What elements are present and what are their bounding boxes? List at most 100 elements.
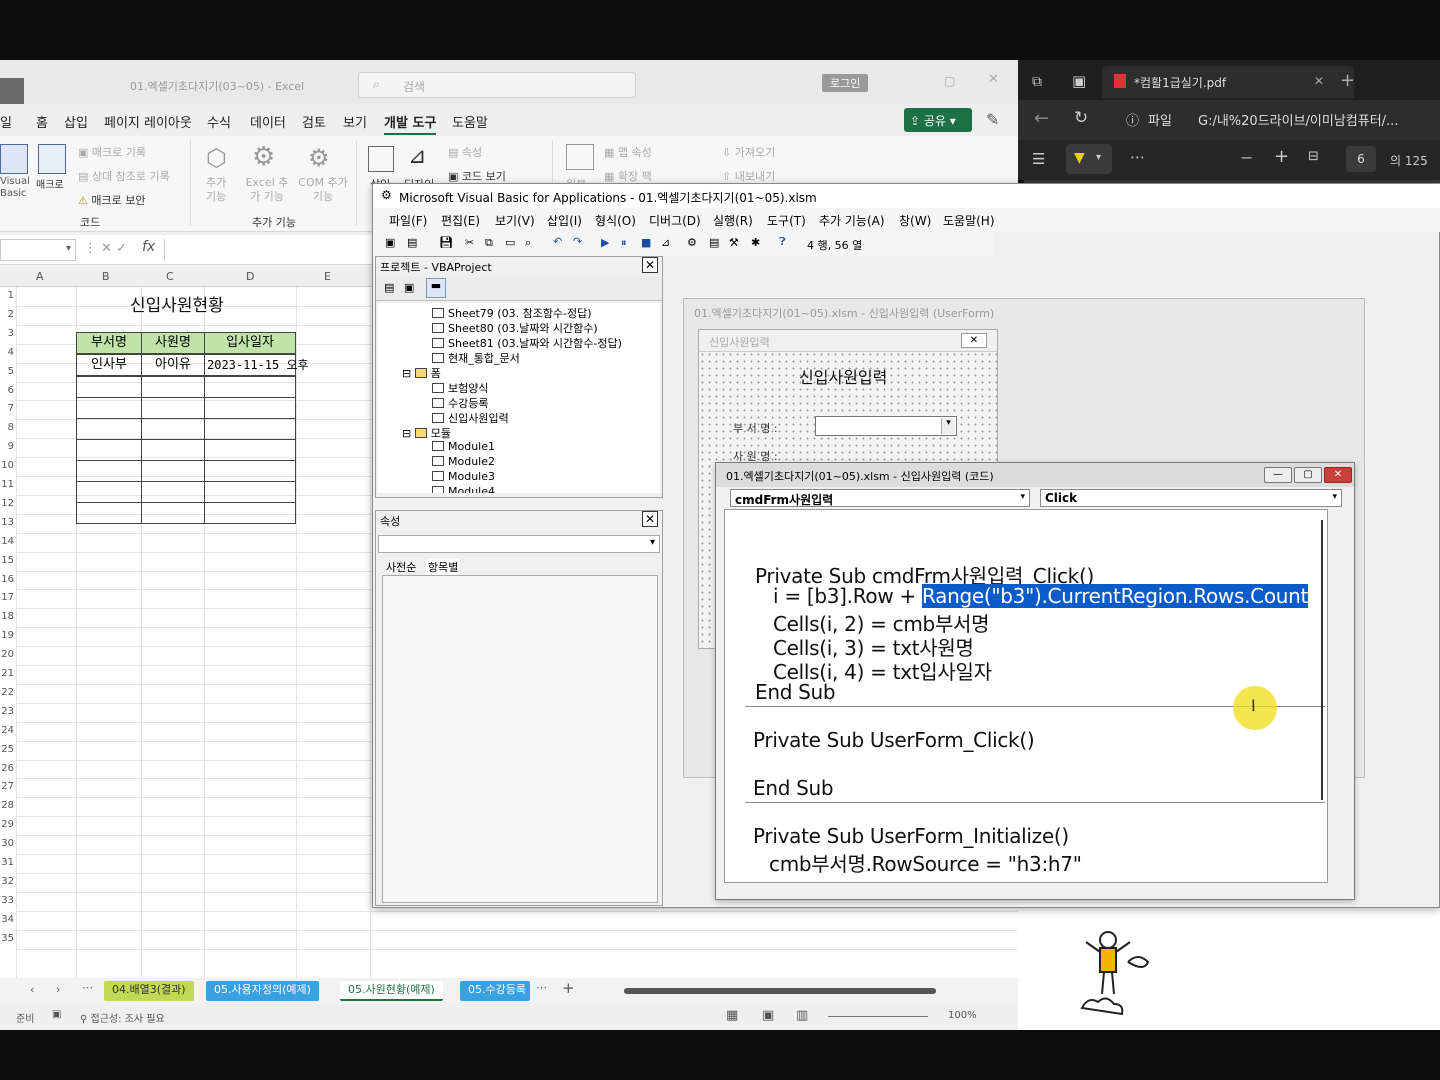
row-header[interactable]: 7 — [0, 403, 14, 414]
table-cell[interactable] — [76, 418, 142, 440]
tab-alphabetic[interactable]: 사전순 — [386, 559, 416, 575]
table-cell[interactable] — [204, 481, 296, 503]
macro-security-button[interactable]: ⚠ 매크로 보안 — [78, 192, 145, 208]
row-header[interactable]: 24 — [0, 725, 14, 736]
row-header[interactable]: 30 — [0, 838, 14, 849]
addins-icon[interactable]: ⬡ — [206, 144, 227, 172]
table-cell[interactable] — [76, 481, 142, 503]
design-mode-icon[interactable]: ⊿ — [661, 236, 670, 249]
insert-control-icon[interactable] — [368, 146, 394, 172]
close-tab-icon[interactable]: ✕ — [1314, 74, 1324, 88]
tree-item-form[interactable]: 수강등록 — [432, 395, 488, 411]
close-icon[interactable]: ✕ — [1324, 467, 1352, 483]
table-cell[interactable] — [141, 460, 205, 482]
properties-grid[interactable] — [382, 575, 658, 903]
map-properties-button[interactable]: ▦ 맵 속성 — [604, 144, 652, 160]
row-header[interactable]: 12 — [0, 498, 14, 509]
new-tab-icon[interactable]: + — [1340, 70, 1355, 91]
code-line[interactable]: End Sub — [753, 776, 834, 800]
insert-userform-icon[interactable]: ▤ — [407, 236, 417, 249]
page-layout-icon[interactable]: ▣ — [762, 1008, 774, 1023]
row-header[interactable]: 11 — [0, 479, 14, 490]
row-header[interactable]: 28 — [0, 800, 14, 811]
table-cell[interactable] — [141, 439, 205, 461]
row-header[interactable]: 8 — [0, 422, 14, 433]
table-cell[interactable] — [76, 502, 142, 524]
dept-label[interactable]: 부 서 명 : — [733, 420, 778, 436]
zoom-slider[interactable] — [828, 1016, 928, 1017]
view-code-button[interactable]: ▣ 코드 보기 — [448, 168, 506, 184]
com-addins-icon[interactable]: ⚙ — [308, 144, 330, 172]
minimize-icon[interactable]: — — [1264, 467, 1292, 483]
vertical-tabs-icon[interactable]: ▣ — [1072, 72, 1086, 90]
table-cell[interactable] — [141, 376, 205, 398]
table-cell[interactable] — [141, 397, 205, 419]
row-header[interactable]: 2 — [0, 309, 14, 320]
tab-actions-icon[interactable]: ⧉ — [1032, 74, 1042, 90]
table-cell[interactable] — [76, 397, 142, 419]
table-cell[interactable] — [141, 502, 205, 524]
row-header[interactable]: 22 — [0, 687, 14, 698]
more-sheets-icon[interactable]: ⋯ — [82, 981, 93, 994]
tree-folder-forms[interactable]: ⊟ 폼 — [402, 365, 441, 381]
back-icon[interactable]: ← — [1034, 108, 1049, 129]
vba-menu-debug[interactable]: 디버그(D) — [649, 212, 701, 229]
view-excel-icon[interactable]: ▣ — [385, 236, 395, 249]
vba-menu-view[interactable]: 보기(V) — [495, 212, 535, 229]
row-header[interactable]: 26 — [0, 763, 14, 774]
view-code-icon[interactable]: ▤ — [384, 281, 394, 294]
vba-menu-addins[interactable]: 추가 기능(A) — [819, 212, 885, 229]
tree-item-sheet80[interactable]: Sheet80 (03.날짜와 시간함수) — [432, 320, 598, 336]
row-header[interactable]: 32 — [0, 876, 14, 887]
properties-window-icon[interactable]: ▤ — [709, 236, 719, 249]
row-header[interactable]: 20 — [0, 649, 14, 660]
gear-icon[interactable]: ⚙ — [252, 142, 275, 172]
tree-item-module[interactable]: Module3 — [432, 470, 495, 483]
row-header[interactable]: 35 — [0, 933, 14, 944]
dept-combobox[interactable]: ▾ — [815, 416, 957, 436]
zoom-in-icon[interactable]: + — [1274, 146, 1289, 167]
tree-item-sheet79[interactable]: Sheet79 (03. 참조함수-정답) — [432, 305, 592, 321]
properties-button[interactable]: ▤ 속성 — [448, 144, 482, 160]
code-line[interactable]: End Sub — [755, 680, 836, 704]
close-icon[interactable]: ✕ — [642, 511, 658, 527]
sheet-tab-active[interactable]: 05.사원현황(예제) — [340, 981, 443, 1001]
table-cell[interactable] — [204, 460, 296, 482]
vba-menu-edit[interactable]: 편집(E) — [441, 212, 480, 229]
procedure-combobox[interactable]: Click ▾ — [1040, 489, 1342, 507]
cut-icon[interactable]: ✂ — [465, 236, 474, 249]
userform-heading-label[interactable]: 신입사원입력 — [799, 364, 887, 388]
row-header[interactable]: 9 — [0, 441, 14, 452]
tree-item-thisworkbook[interactable]: 현재_통합_문서 — [432, 350, 520, 366]
copy-icon[interactable]: ⧉ — [485, 236, 493, 250]
tree-item-form[interactable]: 보험양식 — [432, 380, 488, 396]
more-options-icon[interactable]: ⋯ — [1130, 148, 1145, 166]
column-header[interactable]: E — [324, 270, 331, 283]
import-button[interactable]: ⇩ 가져오기 — [722, 144, 775, 160]
vba-menu-format[interactable]: 형식(O) — [595, 212, 636, 229]
row-header[interactable]: 29 — [0, 819, 14, 830]
tree-folder-modules[interactable]: ⊟ 모듈 — [402, 425, 451, 441]
formula-input[interactable] — [164, 239, 374, 261]
menu-formulas[interactable]: 수식 — [207, 112, 231, 131]
object-browser-icon[interactable]: ⚒ — [729, 236, 739, 249]
code-line[interactable]: cmb부서명.RowSource = "h3:h7" — [769, 848, 1082, 877]
row-header[interactable]: 17 — [0, 592, 14, 603]
sheet-tab[interactable]: 04.배열3(결과) — [104, 981, 194, 1001]
table-cell[interactable] — [204, 397, 296, 419]
visual-basic-icon[interactable] — [0, 144, 28, 174]
column-header[interactable]: A — [36, 270, 44, 283]
row-header[interactable]: 21 — [0, 668, 14, 679]
row-header[interactable]: 33 — [0, 895, 14, 906]
menu-developer[interactable]: 개발 도구 — [384, 112, 437, 135]
table-cell[interactable] — [76, 376, 142, 398]
menu-view[interactable]: 보기 — [343, 112, 367, 131]
paste-icon[interactable]: ▭ — [505, 236, 515, 249]
table-header[interactable]: 입사일자 — [204, 332, 296, 354]
code-line[interactable]: i = [b3].Row + Range("b3").CurrentRegion… — [773, 584, 1308, 608]
menu-data[interactable]: 데이터 — [250, 112, 286, 131]
table-cell[interactable] — [141, 418, 205, 440]
row-header[interactable]: 4 — [0, 347, 14, 358]
search-box[interactable]: ⌕ 검색 — [358, 72, 636, 98]
sheet-tab[interactable]: 05.사용자정의(예제) — [206, 981, 319, 1001]
